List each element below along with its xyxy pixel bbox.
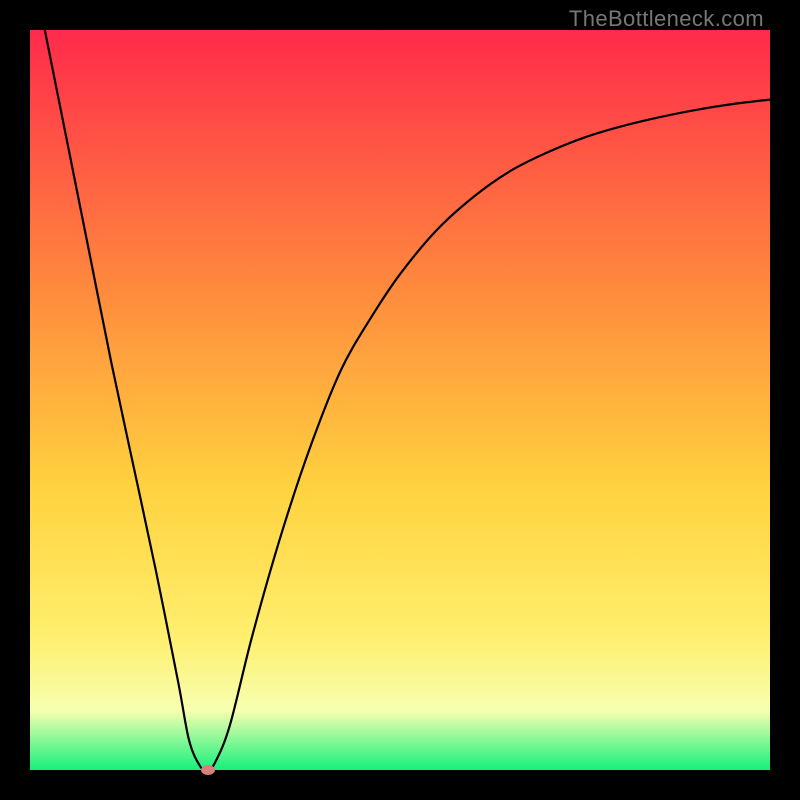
minimum-marker bbox=[201, 765, 215, 775]
chart-frame: TheBottleneck.com bbox=[0, 0, 800, 800]
watermark-text: TheBottleneck.com bbox=[569, 6, 764, 32]
plot-area bbox=[30, 30, 770, 770]
bottleneck-curve bbox=[30, 30, 770, 770]
